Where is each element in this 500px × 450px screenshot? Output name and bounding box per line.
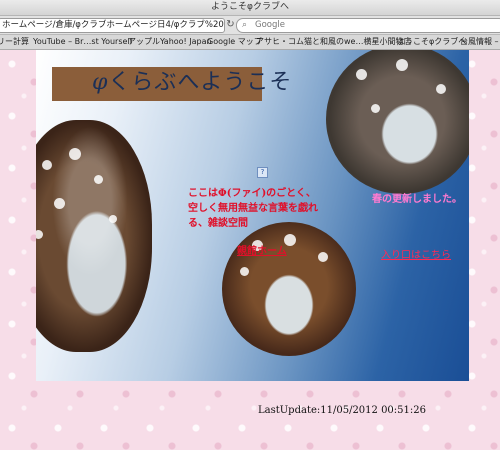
bookmarks-bar: リー計算 YouTube – Br…st Yourself アップル Yahoo… (0, 35, 500, 50)
address-toolbar: ホームページ/倉庫/φクラブホームページ日4/φクラブ%20folder/… ↻… (0, 16, 500, 35)
title-main: くらぶへようこ (108, 70, 270, 95)
search-placeholder: Google (255, 20, 285, 30)
url-field[interactable]: ホームページ/倉庫/φクラブホームページ日4/φクラブ%20folder/… (0, 18, 225, 33)
ceramic-plate-image (36, 120, 152, 352)
bookmark-item[interactable]: Yahoo! Japan (160, 35, 212, 49)
update-note: 春の更新しました。 (372, 194, 462, 205)
search-icon: ⌕ (242, 20, 248, 30)
reload-icon[interactable]: ↻ (225, 19, 236, 30)
title-phi: φ (92, 70, 109, 95)
bookmark-item[interactable]: ようこそφクラブへ (397, 35, 466, 49)
last-update: LastUpdate:11/05/2012 00:51:26 (258, 405, 426, 416)
window-title: ようこそφクラブへ (0, 0, 500, 16)
site-title: φくらぶへようこそ (92, 66, 292, 100)
bookmark-item[interactable]: リー計算 (0, 35, 29, 49)
broken-image-icon: ? (257, 167, 268, 178)
title-end: そ (269, 70, 293, 95)
bookmark-item[interactable]: アサヒ・コム (256, 35, 304, 49)
bookmark-item[interactable]: 猫と和風のwe…横星小間物店 (304, 35, 411, 49)
search-field[interactable]: ⌕ Google (236, 18, 500, 33)
bookmark-item[interactable]: アップル (128, 35, 160, 49)
bookmark-item[interactable]: YouTube – Br…st Yourself (33, 35, 132, 49)
bookmark-item[interactable]: 台風情報 – ウ (460, 35, 500, 49)
master-home-link[interactable]: 親館ホーム (237, 242, 287, 257)
enter-link[interactable]: 入り口はこちら (381, 246, 451, 261)
intro-text: ここはΦ(ファイ)のごとく、空しく無用無益な言葉を戯れる、雑談空間 (188, 188, 318, 229)
bookmark-item[interactable]: Google マップ (207, 35, 262, 49)
ceramic-plate-image (326, 50, 469, 194)
